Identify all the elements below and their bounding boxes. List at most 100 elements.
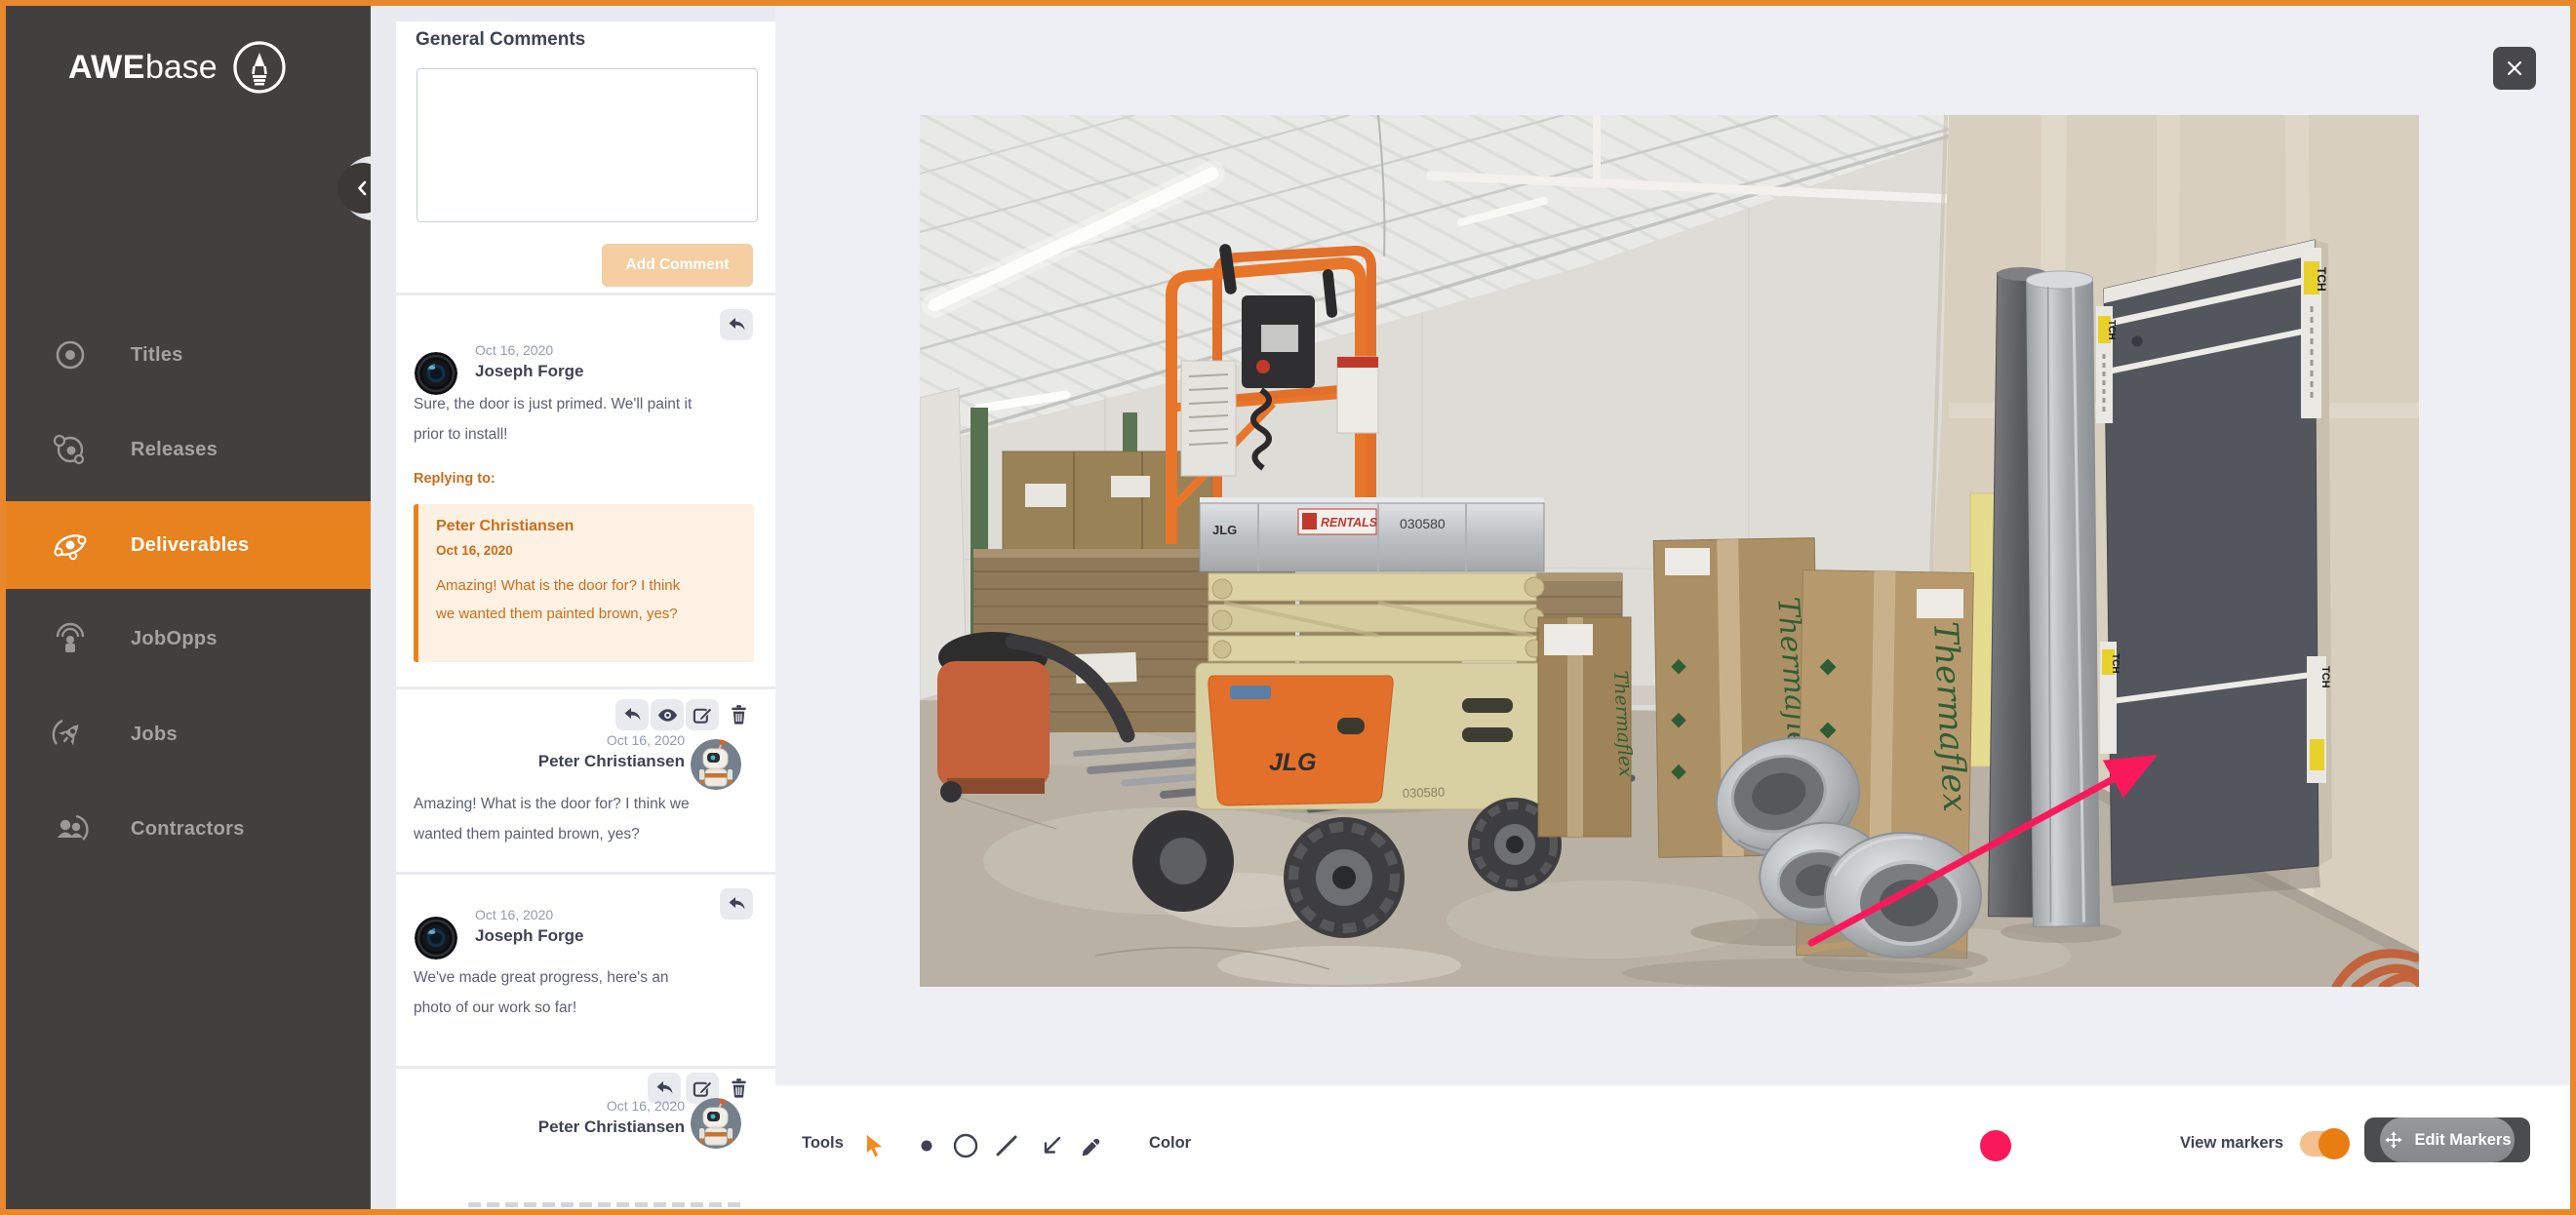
comment-author: Joseph Forge	[475, 926, 583, 946]
svg-text:TCH: TCH	[2110, 653, 2120, 674]
sidebar-item-titles[interactable]: Titles	[6, 327, 371, 383]
body-line: prior to install!	[414, 419, 692, 450]
quoted-comment: Peter Christiansen Oct 16, 2020 Amazing!…	[414, 504, 754, 662]
circle-icon	[952, 1132, 979, 1159]
comment-author: Joseph Forge	[475, 362, 583, 381]
add-comment-card: General Comments Add Comment	[396, 21, 775, 293]
titles-icon	[51, 335, 90, 374]
avatar	[691, 1098, 741, 1149]
sidebar-item-deliverables[interactable]: Deliverables	[6, 501, 371, 589]
deliverable-photo-canvas[interactable]: JLG RENTALS 030580 JLG 030580	[920, 115, 2419, 987]
sidebar-item-releases[interactable]: Releases	[6, 421, 371, 478]
add-comment-button[interactable]: Add Comment	[602, 244, 753, 287]
camera-lens-avatar	[415, 917, 457, 960]
annotation-toolbar: Tools	[775, 1085, 2570, 1209]
trash-icon	[728, 703, 750, 726]
jobopps-icon	[51, 619, 90, 658]
close-icon	[2506, 59, 2523, 77]
eye-icon	[656, 704, 679, 726]
sidebar-item-label: Contractors	[131, 818, 245, 841]
sidebar-item-contractors[interactable]: Contractors	[6, 801, 371, 857]
select-tool[interactable]	[861, 1131, 891, 1160]
dot-tool[interactable]	[912, 1131, 941, 1160]
close-button[interactable]	[2493, 47, 2536, 90]
reply-icon	[654, 1078, 675, 1099]
comment-date: Oct 16, 2020	[538, 732, 685, 748]
comment-card: Oct 16, 2020 Joseph Forge We've made gre…	[396, 875, 775, 1066]
delete-button[interactable]	[726, 699, 751, 730]
line-tool[interactable]	[992, 1131, 1021, 1160]
color-swatch[interactable]	[1980, 1130, 2011, 1161]
releases-icon	[51, 430, 90, 469]
replying-to-label: Replying to:	[414, 471, 495, 487]
comment-date: Oct 16, 2020	[475, 342, 553, 358]
comment-date: Oct 16, 2020	[538, 1098, 685, 1114]
clipped-text-sliver	[468, 1202, 741, 1207]
sidebar: AWEbase Titles Re	[6, 6, 371, 1209]
reply-icon	[621, 704, 643, 725]
pencil-tool[interactable]	[1076, 1131, 1105, 1160]
jobs-icon	[51, 715, 90, 754]
robot-avatar	[691, 739, 741, 790]
body-line: Sure, the door is just primed. We'll pai…	[414, 389, 692, 419]
delete-button[interactable]	[726, 1073, 751, 1104]
edit-markers-button[interactable]: Edit Markers	[2364, 1117, 2530, 1162]
logo-text-bold: AWE	[68, 49, 145, 87]
avatar	[415, 917, 457, 960]
arrow-tool[interactable]	[1037, 1131, 1066, 1160]
tools-label: Tools	[802, 1134, 844, 1153]
body-line: Amazing! What is the door for? I think w…	[414, 789, 690, 819]
sidebar-item-label: Deliverables	[131, 534, 249, 557]
sidebar-item-jobopps[interactable]: JobOpps	[6, 610, 371, 667]
reply-icon	[726, 893, 747, 915]
comment-input[interactable]	[416, 68, 758, 222]
panel-title: General Comments	[416, 29, 585, 51]
chevron-left-icon	[354, 179, 372, 197]
avatar	[691, 739, 741, 790]
sidebar-item-label: Titles	[131, 344, 183, 367]
edit-button[interactable]	[686, 699, 719, 730]
deliverables-icon	[51, 526, 90, 565]
reply-icon	[726, 314, 747, 335]
trash-icon	[728, 1077, 750, 1100]
comment-date: Oct 16, 2020	[475, 907, 553, 922]
serial-chassis-text: 030580	[1403, 784, 1446, 801]
arrow-icon	[1039, 1133, 1064, 1158]
comment-meta: Oct 16, 2020 Peter Christiansen	[538, 732, 685, 771]
comment-meta: Oct 16, 2020 Peter Christiansen	[538, 1098, 685, 1137]
sidebar-item-label: JobOpps	[131, 628, 218, 650]
rentals-sticker-text: RENTALS	[1321, 516, 1378, 529]
comment-body: Amazing! What is the door for? I think w…	[414, 789, 690, 849]
sidebar-item-jobs[interactable]: Jobs	[6, 706, 371, 763]
jlg-chassis-logo: JLG	[1269, 749, 1317, 776]
body-line: photo of our work so far!	[414, 993, 669, 1023]
comment-body: We've made great progress, here's an pho…	[414, 962, 669, 1023]
comment-body: Sure, the door is just primed. We'll pai…	[414, 389, 692, 450]
robot-avatar	[691, 1098, 741, 1149]
comment-card: Oct 16, 2020 Joseph Forge Sure, the door…	[396, 295, 775, 686]
edit-icon	[692, 704, 714, 726]
circle-tool[interactable]	[951, 1131, 980, 1160]
body-line: We've made great progress, here's an	[414, 962, 669, 993]
edit-markers-label: Edit Markers	[2414, 1131, 2511, 1150]
svg-text:TCH: TCH	[2315, 267, 2328, 292]
sidebar-item-label: Releases	[131, 439, 218, 461]
serial-number-text: 030580	[1400, 516, 1446, 531]
view-markers-label: View markers	[2180, 1134, 2283, 1153]
reply-button[interactable]	[720, 888, 753, 920]
awebase-window: AWEbase Titles Re	[0, 0, 2576, 1215]
quote-date: Oct 16, 2020	[436, 543, 736, 558]
reply-button[interactable]	[720, 309, 753, 340]
view-markers-toggle[interactable]	[2300, 1131, 2347, 1156]
jlg-deck-text: JLG	[1212, 523, 1237, 537]
reply-button[interactable]	[615, 699, 649, 730]
quote-line: we wanted them painted brown, yes?	[436, 600, 736, 628]
comment-author: Peter Christiansen	[538, 1117, 685, 1137]
sidebar-item-label: Jobs	[131, 724, 178, 746]
quote-line: Amazing! What is the door for? I think	[436, 571, 736, 600]
svg-text:TCH: TCH	[2106, 320, 2117, 340]
dot-icon	[914, 1133, 939, 1158]
app-logo: AWEbase	[68, 39, 288, 96]
color-label: Color	[1149, 1134, 1191, 1153]
visibility-button[interactable]	[651, 699, 684, 730]
